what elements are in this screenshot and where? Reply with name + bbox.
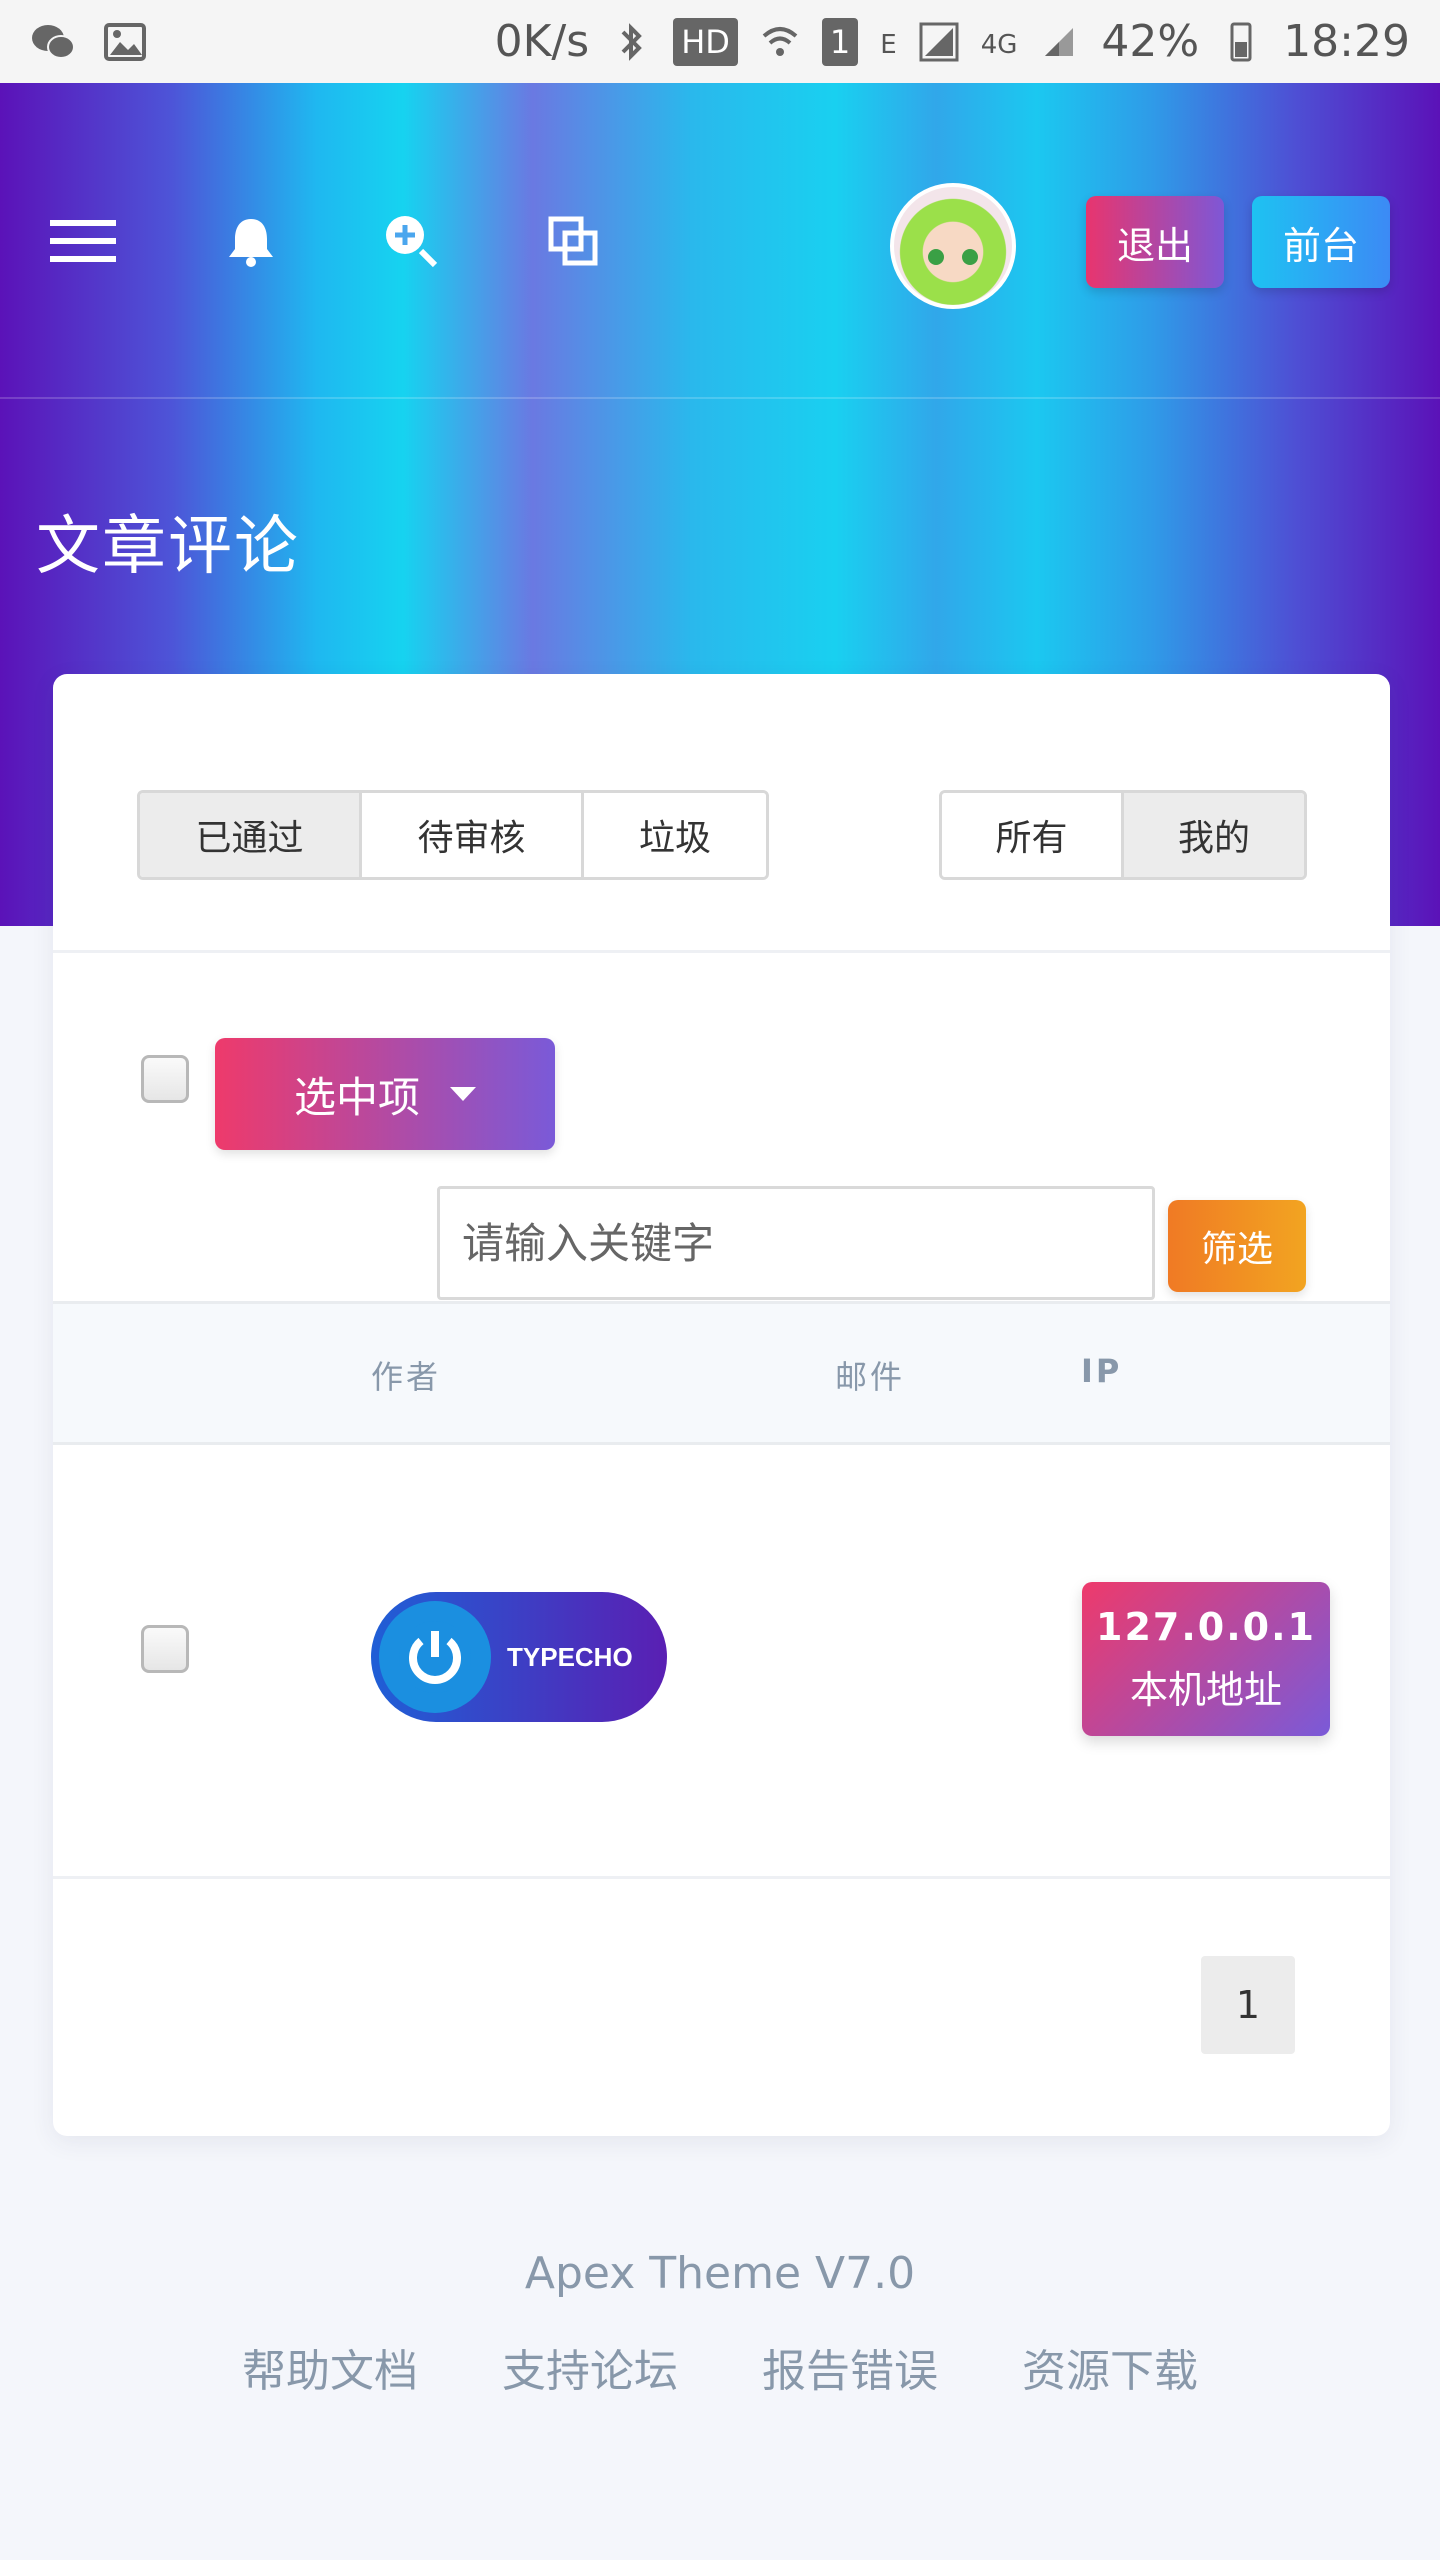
divider — [53, 950, 1390, 953]
ip-address: 127.0.0.1 — [1096, 1604, 1316, 1649]
typecho-logo-icon — [379, 1601, 491, 1713]
clock: 18:29 — [1283, 16, 1410, 67]
footer-links: 帮助文档 支持论坛 报告错误 资源下载 — [0, 2335, 1440, 2399]
logout-button[interactable]: 退出 — [1086, 196, 1224, 288]
bell-icon[interactable] — [216, 206, 286, 276]
tab-spam[interactable]: 垃圾 — [584, 793, 766, 877]
caret-down-icon — [450, 1087, 476, 1101]
keyword-search-input[interactable] — [437, 1186, 1155, 1300]
tab-pending[interactable]: 待审核 — [362, 793, 584, 877]
filter-button[interactable]: 筛选 — [1168, 1200, 1306, 1292]
divider — [53, 1876, 1390, 1879]
frontend-button[interactable]: 前台 — [1252, 196, 1390, 288]
column-author: 作者 — [371, 1358, 442, 1396]
tab-mine[interactable]: 我的 — [1124, 793, 1304, 877]
signal-icon — [919, 22, 959, 61]
sim-badge: 1 — [821, 17, 859, 66]
wifi-icon — [762, 26, 798, 56]
author-badge[interactable]: TYPECHO — [371, 1592, 667, 1722]
column-email: 邮件 — [835, 1358, 906, 1396]
net-speed: 0K/s — [494, 16, 590, 67]
ip-badge[interactable]: 127.0.0.1 本机地址 — [1082, 1582, 1330, 1736]
lte-indicator: 4G — [980, 30, 1018, 60]
comments-card: 已通过 待审核 垃圾 所有 我的 选中项 筛选 作者 邮件 IP TYPECHO… — [53, 674, 1390, 2136]
tab-all[interactable]: 所有 — [942, 793, 1124, 877]
battery-percent: 42% — [1101, 16, 1200, 67]
select-all-checkbox[interactable] — [141, 1055, 189, 1103]
ip-description: 本机地址 — [1129, 1667, 1282, 1712]
page-title: 文章评论 — [36, 510, 300, 584]
table-header: 作者 邮件 IP — [53, 1301, 1390, 1445]
user-avatar[interactable] — [890, 183, 1016, 309]
author-name: TYPECHO — [507, 1641, 633, 1672]
tab-approved[interactable]: 已通过 — [140, 793, 362, 877]
footer-link-download[interactable]: 资源下载 — [1022, 2335, 1198, 2399]
status-filter-group: 已通过 待审核 垃圾 — [137, 790, 769, 880]
bluetooth-icon — [621, 22, 643, 61]
bulk-action-dropdown[interactable]: 选中项 — [215, 1038, 555, 1150]
footer-link-report[interactable]: 报告错误 — [762, 2335, 938, 2399]
signal-icon-2 — [1045, 27, 1074, 56]
edge-indicator: E — [880, 30, 897, 60]
zoom-in-icon[interactable] — [376, 206, 446, 276]
scope-filter-group: 所有 我的 — [939, 790, 1307, 880]
hd-badge: HD — [673, 17, 738, 66]
status-bar: 0K/s HD 1 E 4G 42% 18:29 — [0, 0, 1440, 83]
pagination-page-1[interactable]: 1 — [1201, 1956, 1295, 2054]
row-checkbox[interactable] — [141, 1625, 189, 1673]
bulk-action-label: 选中项 — [293, 1072, 420, 1122]
image-icon — [104, 22, 146, 61]
battery-icon — [1230, 22, 1252, 61]
menu-icon[interactable] — [48, 206, 118, 276]
footer-link-help[interactable]: 帮助文档 — [242, 2335, 418, 2399]
wechat-icon — [32, 24, 75, 59]
theme-version: Apex Theme V7.0 — [524, 2248, 916, 2299]
window-restore-icon[interactable] — [538, 206, 608, 276]
footer-link-forum[interactable]: 支持论坛 — [502, 2335, 678, 2399]
column-ip: IP — [1081, 1352, 1123, 1390]
